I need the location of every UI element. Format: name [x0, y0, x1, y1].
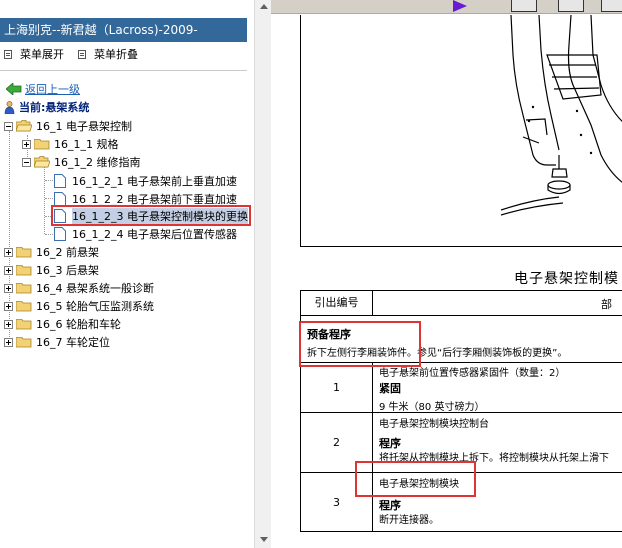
folder-icon — [16, 337, 32, 348]
tree-item-label: 16_1_1 规格 — [54, 138, 119, 151]
tree-guide-line — [45, 234, 53, 235]
document-toolbar — [271, 0, 622, 14]
prev-page-button[interactable] — [558, 0, 584, 12]
tree-item-label: 16_1_2_4 电子悬架后位置传感器 — [72, 228, 237, 241]
first-page-button[interactable] — [511, 0, 537, 12]
tree-item-label: 16_1_2 维修指南 — [54, 156, 141, 169]
expand-toggle-icon[interactable] — [4, 283, 13, 293]
play-icon[interactable] — [453, 0, 467, 12]
back-arrow-icon — [6, 83, 22, 95]
back-link[interactable]: 返回上一级 — [6, 81, 80, 97]
open-folder-icon — [16, 120, 32, 132]
tree-guide-line — [44, 167, 45, 234]
document-pane: 电子悬架控制模 引出编号 部 预备程序 拆下左侧行李厢装饰件。参见“后行李厢侧装… — [271, 0, 622, 548]
list-icon — [4, 49, 12, 59]
left-scrollbar[interactable] — [254, 0, 271, 548]
open-folder-icon — [34, 156, 50, 168]
tree-item-16-1-2-4[interactable]: 16_1_2_4 电子悬架后位置传感器 — [54, 225, 237, 243]
tree-item-16-7[interactable]: 16_7 车轮定位 — [4, 333, 110, 351]
row-text: 电子悬架控制模块控制台 — [379, 419, 489, 430]
tree-item-label: 16_6 轮胎和车轮 — [36, 318, 121, 331]
tree-item-16-5[interactable]: 16_5 轮胎气压监测系统 — [4, 297, 154, 315]
header-component: 部 — [601, 298, 612, 311]
row-text: 断开连接器。 — [379, 515, 439, 526]
expand-toggle-icon[interactable] — [22, 139, 31, 149]
table-header: 引出编号 部 — [301, 291, 622, 316]
collapse-menu-button[interactable]: 菜单折叠 — [78, 46, 138, 62]
tree-item-16-1-2-1[interactable]: 16_1_2_1 电子悬架前上垂直加速 — [54, 172, 237, 190]
next-page-button[interactable] — [601, 0, 622, 12]
highlight-box — [51, 205, 251, 226]
tree-item-label: 16_4 悬架系统一般诊断 — [36, 282, 154, 295]
document-icon — [54, 174, 66, 188]
row-text: 紧固 — [379, 382, 401, 395]
module-drawing — [500, 14, 622, 216]
current-section-label: 当前:悬架系统 — [19, 101, 90, 114]
folder-icon — [16, 265, 32, 276]
tree-item-16-1-1[interactable]: 16_1_1 规格 — [22, 135, 119, 153]
expand-toggle-icon[interactable] — [4, 265, 13, 275]
component-illustration — [300, 14, 622, 247]
folder-icon — [16, 283, 32, 294]
row-text: 电子悬架前位置传感器紧固件（数量：2） — [379, 368, 566, 379]
expand-menu-label: 菜单展开 — [20, 48, 64, 61]
folder-icon — [16, 319, 32, 330]
folder-icon — [16, 301, 32, 312]
menu-controls: 菜单展开 菜单折叠 — [4, 46, 152, 62]
expand-toggle-icon[interactable] — [4, 301, 13, 311]
navigation-pane: 上海别克--新君越（Lacross)-2009- 菜单展开 菜单折叠 返回上一级… — [0, 0, 256, 548]
header-callout: 引出编号 — [301, 291, 373, 315]
expand-menu-button[interactable]: 菜单展开 — [4, 46, 64, 62]
tree-item-16-3[interactable]: 16_3 后悬架 — [4, 261, 99, 279]
back-link-label: 返回上一级 — [25, 83, 80, 96]
annotation-box — [355, 461, 476, 497]
row-text: 程序 — [379, 437, 401, 450]
folder-icon — [34, 139, 50, 150]
tree-item-16-4[interactable]: 16_4 悬架系统一般诊断 — [4, 279, 154, 297]
expand-toggle-icon[interactable] — [4, 247, 13, 257]
tree-item-label: 16_3 后悬架 — [36, 264, 99, 277]
tree-item-label: 16_2 前悬架 — [36, 246, 99, 259]
collapse-toggle-icon[interactable] — [22, 157, 31, 167]
expand-toggle-icon[interactable] — [4, 337, 13, 347]
scroll-down-icon[interactable] — [260, 537, 268, 542]
diagram-title: 电子悬架控制模 — [514, 271, 619, 287]
document-icon — [54, 227, 66, 241]
annotation-box — [299, 321, 421, 367]
callout-number: 1 — [301, 363, 373, 412]
scroll-up-icon[interactable] — [260, 4, 268, 9]
person-icon — [4, 100, 15, 114]
folder-icon — [16, 247, 32, 258]
collapse-menu-label: 菜单折叠 — [94, 48, 138, 61]
tree-item-label: 16_1_2_1 电子悬架前上垂直加速 — [72, 175, 237, 188]
document-icon — [54, 192, 66, 206]
row-text: 程序 — [379, 499, 401, 512]
tree-item-16-1-2[interactable]: 16_1_2 维修指南 — [22, 153, 141, 171]
tree-item-label: 16_1 电子悬架控制 — [36, 120, 132, 133]
manual-title: 上海别克--新君越（Lacross)-2009- — [0, 18, 247, 42]
tree-item-label: 16_5 轮胎气压监测系统 — [36, 300, 154, 313]
tree-item-16-6[interactable]: 16_6 轮胎和车轮 — [4, 315, 121, 333]
tree-guide-line — [45, 198, 53, 199]
table-row: 1 电子悬架前位置传感器紧固件（数量：2） 紧固 9 牛米（80 英寸磅力） — [301, 363, 622, 413]
collapse-toggle-icon[interactable] — [4, 121, 13, 131]
tree-item-16-2[interactable]: 16_2 前悬架 — [4, 243, 99, 261]
expand-toggle-icon[interactable] — [4, 319, 13, 329]
divider — [0, 70, 247, 71]
tree-item-label: 16_7 车轮定位 — [36, 336, 110, 349]
tree-item-16-1[interactable]: 16_1 电子悬架控制 — [4, 117, 132, 135]
list-icon — [78, 49, 86, 59]
current-section: 当前:悬架系统 — [4, 99, 89, 115]
tree-guide-line — [45, 180, 53, 181]
